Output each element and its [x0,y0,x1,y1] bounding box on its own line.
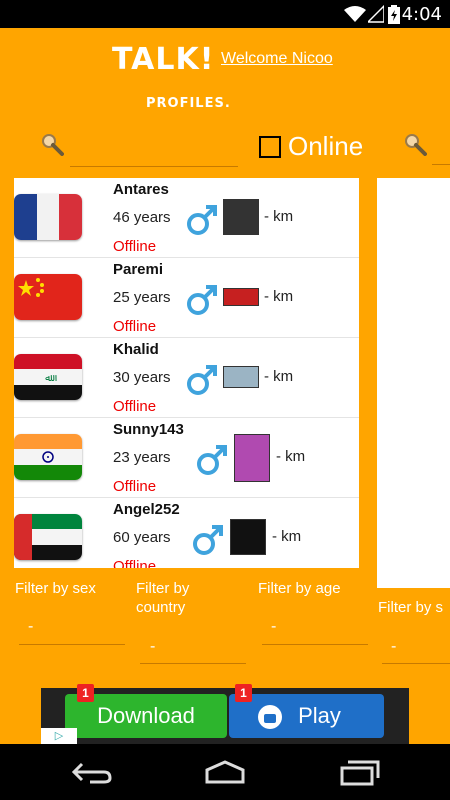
profile-list[interactable]: Antares 46 years Offline - km Paremi 25 … [14,178,359,568]
filter-country-underline [140,663,246,664]
filter-country-select[interactable]: - [150,638,155,656]
play-button[interactable]: Play [229,694,384,738]
male-icon [187,285,217,315]
search-icon [42,134,64,156]
profile-distance: - km [264,208,294,225]
recent-apps-icon[interactable] [338,758,382,786]
profile-photo[interactable] [230,519,266,555]
profile-name: Sunny143 [113,421,184,438]
profile-photo[interactable] [223,199,259,235]
profile-photo[interactable] [223,288,259,306]
signal-icon [368,5,384,23]
filter-age-select[interactable]: - [271,618,276,636]
profile-name: Antares [113,181,169,198]
status-bar: 4:04 [0,0,450,28]
app-logo: TALK! [112,42,215,77]
profile-photo[interactable] [223,366,259,388]
welcome-link[interactable]: Welcome Nicoo [221,50,333,68]
profile-status: Offline [113,478,157,495]
system-nav-bar [0,744,450,800]
profile-distance: - km [264,288,294,305]
male-icon [197,445,227,475]
iraq-flag-icon: ﷲ [14,354,82,400]
profile-row[interactable]: Sunny143 23 years Offline - km [14,418,359,498]
search-icon [405,134,427,156]
profile-row[interactable]: Angel252 60 years Offline - km [14,498,359,568]
back-icon[interactable] [70,758,114,786]
clock: 4:04 [401,4,442,25]
male-icon [187,365,217,395]
filter-sex-select-secondary[interactable]: - [391,638,396,656]
battery-icon [388,5,400,24]
wifi-icon [344,6,366,22]
download-badge: 1 [77,684,94,702]
filter-sex-underline-secondary [382,663,450,664]
home-icon[interactable] [203,758,247,786]
male-icon [187,205,217,235]
profile-status: Offline [113,318,157,335]
profile-name: Angel252 [113,501,180,518]
profile-photo[interactable] [234,434,270,482]
china-flag-icon [14,274,82,320]
profile-distance: - km [272,528,302,545]
uae-flag-icon [14,514,82,560]
profile-row[interactable]: Paremi 25 years Offline - km [14,258,359,338]
profile-age: 23 years [113,449,171,466]
secondary-list-panel[interactable] [377,178,450,588]
profile-name: Khalid [113,341,159,358]
play-badge: 1 [235,684,252,702]
india-flag-icon [14,434,82,480]
search-input[interactable] [70,134,238,167]
male-icon [193,525,223,555]
profile-age: 25 years [113,289,171,306]
download-label: Download [97,703,195,728]
filter-age-label: Filter by age [258,580,341,597]
profile-age: 46 years [113,209,171,226]
profile-status: Offline [113,558,157,568]
filter-sex-underline [19,644,125,645]
profile-name: Paremi [113,261,164,278]
app-screen: TALK! Welcome Nicoo PROFILES. Online Ant… [0,28,450,744]
filter-country-label: Filter by country [136,580,190,616]
play-store-icon [258,705,282,729]
profile-distance: - km [264,368,294,385]
adchoices-icon[interactable]: ▷ [41,728,77,744]
profile-row[interactable]: Antares 46 years Offline - km [14,178,359,258]
ad-banner[interactable]: Download 1 Play 1 [41,684,409,744]
online-checkbox[interactable] [259,136,281,158]
filter-sex-select[interactable]: - [28,618,33,636]
online-label: Online [288,131,364,161]
filter-sex-label: Filter by sex [15,580,96,597]
profile-age: 30 years [113,369,171,386]
page-title: PROFILES. [146,96,231,111]
filter-sex-label-secondary: Filter by s [378,599,444,616]
filter-age-underline [262,644,368,645]
profile-status: Offline [113,398,157,415]
profile-status: Offline [113,238,157,255]
profile-distance: - km [276,448,306,465]
search-input-secondary[interactable] [432,134,450,165]
profile-row[interactable]: ﷲ Khalid 30 years Offline - km [14,338,359,418]
profile-age: 60 years [113,529,171,546]
france-flag-icon [14,194,82,240]
